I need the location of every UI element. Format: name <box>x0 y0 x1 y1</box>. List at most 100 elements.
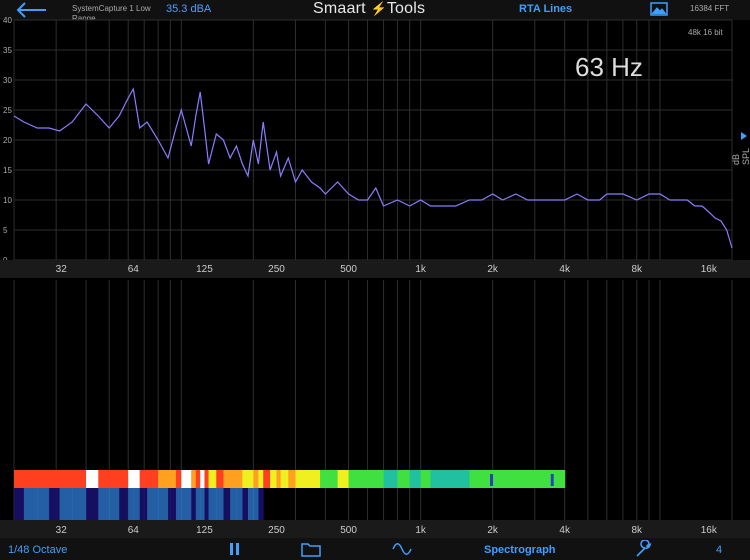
spectrograph-cell <box>502 470 517 488</box>
spectrograph-cell <box>550 474 554 486</box>
spectrograph-cell <box>258 470 264 488</box>
spectrograph-cell <box>337 470 350 488</box>
x-tick-label: 8k <box>631 525 643 536</box>
spectrograph-cell <box>216 470 224 488</box>
spectrograph-cell <box>72 488 87 520</box>
spectrograph-cell <box>133 470 141 488</box>
spectrograph-cell <box>409 470 422 488</box>
x-tick-label: 8k <box>631 264 643 275</box>
spectrograph-cell <box>48 470 61 488</box>
spectrograph-cell <box>59 470 73 488</box>
spectrograph-cell <box>358 470 369 488</box>
pause-icon[interactable] <box>229 542 241 556</box>
spectrograph-cell <box>320 470 326 488</box>
spectrograph-cell <box>14 470 25 488</box>
spectrograph-cell <box>37 470 50 488</box>
spectrograph-cell <box>230 470 237 488</box>
spectrograph-cell <box>280 470 289 488</box>
spectrograph-cell <box>253 470 259 488</box>
spectrograph-cell <box>109 488 120 520</box>
spectrograph-cell <box>270 470 278 488</box>
spectrograph-cell <box>242 488 249 520</box>
spectrograph-cell <box>455 470 470 488</box>
spectrograph-cell <box>515 470 529 488</box>
spectrograph-cell <box>236 488 243 520</box>
spectrograph-cell <box>195 470 201 488</box>
x-tick-label: 32 <box>56 525 68 536</box>
x-tick-label: 64 <box>128 264 140 275</box>
cursor-frequency: 63 Hz <box>575 52 643 82</box>
spectrograph-cell <box>223 488 231 520</box>
spectrograph-cell <box>216 488 224 520</box>
x-tick-label: 4k <box>559 264 571 275</box>
y-tick-label: 30 <box>3 76 12 85</box>
spectrograph-cell <box>223 470 231 488</box>
spectrograph-cell <box>200 488 205 520</box>
analyzer-plots: 0510152025303540 32641252505001k2k4k8k16… <box>0 16 750 538</box>
spectrograph-cell <box>311 470 321 488</box>
rta-y-axis: 0510152025303540 <box>3 16 12 265</box>
folder-icon[interactable] <box>301 541 321 557</box>
spectrograph-cell <box>469 470 483 488</box>
y-tick-label: 5 <box>3 226 8 235</box>
spectrograph-cell <box>492 470 504 488</box>
view-button[interactable]: Spectrograph <box>484 544 556 556</box>
y-tick-label: 40 <box>3 16 12 25</box>
y-tick-label: 20 <box>3 136 12 145</box>
bottom-toolbar: 1/48 Octave Spectrograph 4 <box>0 538 750 560</box>
spectrograph-cell <box>98 488 110 520</box>
spectrograph-cell <box>128 470 134 488</box>
count-badge[interactable]: 4 <box>716 544 722 556</box>
x-tick-label: 2k <box>487 264 499 275</box>
y-tick-label: 15 <box>3 166 12 175</box>
spectrograph-cell <box>325 470 339 488</box>
resolution-button[interactable]: 1/48 Octave <box>8 544 67 556</box>
spectrograph-cell <box>195 488 201 520</box>
spectrograph-cell <box>147 470 159 488</box>
spectrograph-cell <box>167 488 177 520</box>
spectrograph-cell <box>420 470 432 488</box>
spectrograph-cell <box>48 488 61 520</box>
spectrograph-cell <box>158 470 169 488</box>
spectrograph-cell <box>175 470 182 488</box>
spectrograph-cell <box>383 470 398 488</box>
spectrograph-cell <box>98 470 110 488</box>
x-tick-label: 16k <box>701 525 718 536</box>
spectrograph-cell <box>23 470 38 488</box>
spectrograph-cell <box>37 488 50 520</box>
spectrograph-cell <box>167 470 177 488</box>
x-tick-label: 1k <box>415 264 427 275</box>
spectrograph-cell <box>439 470 457 488</box>
spectrograph-cell <box>248 488 254 520</box>
x-tick-label: 125 <box>196 525 213 536</box>
spectrograph-cell <box>242 470 249 488</box>
spectrograph-cell <box>276 470 282 488</box>
spectrograph-cell <box>302 470 313 488</box>
y-unit-label: dB SPL <box>731 147 750 165</box>
spectrograph-cell <box>288 470 296 488</box>
spectrograph-cell <box>230 488 237 520</box>
spectrograph-cell <box>248 470 254 488</box>
x-tick-label: 250 <box>268 525 285 536</box>
expand-arrow-icon[interactable] <box>741 132 747 140</box>
y-tick-label: 35 <box>3 46 12 55</box>
spectrograph-cell <box>59 488 73 520</box>
spectrograph-cell <box>191 470 197 488</box>
spectrograph-cell <box>208 470 217 488</box>
spectrograph-cell <box>86 488 99 520</box>
spectrograph-cell <box>191 488 197 520</box>
wrench-icon[interactable] <box>634 540 654 558</box>
spectrograph-cell <box>128 488 134 520</box>
wave-icon[interactable] <box>392 542 412 556</box>
x-tick-label: 16k <box>701 264 718 275</box>
spectrograph-cell <box>204 470 210 488</box>
x-tick-label: 64 <box>128 525 140 536</box>
spectrograph-cell <box>397 470 411 488</box>
spectrograph-cell <box>258 488 264 520</box>
spectrograph-cell <box>263 470 271 488</box>
spectrograph-cell <box>72 470 87 488</box>
x-tick-label: 4k <box>559 525 571 536</box>
spectrograph-cell <box>204 488 210 520</box>
spectrograph-cell <box>527 470 536 488</box>
spectrograph-cell <box>236 470 243 488</box>
